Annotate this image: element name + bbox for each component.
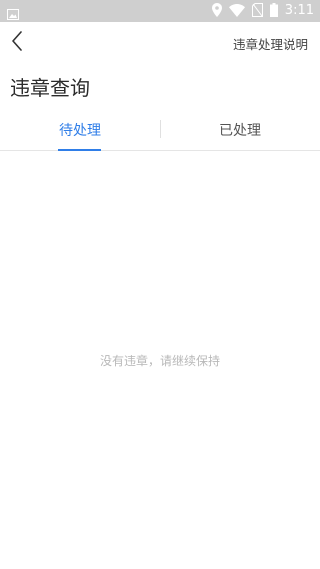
violation-help-link[interactable]: 违章处理说明 bbox=[233, 34, 308, 53]
chevron-left-icon bbox=[11, 31, 23, 55]
tab-processed-label: 已处理 bbox=[219, 123, 261, 139]
tab-active-indicator bbox=[58, 149, 101, 151]
top-bar: 违章处理说明 bbox=[0, 22, 320, 64]
wifi-icon bbox=[228, 2, 245, 21]
tab-pending-label: 待处理 bbox=[59, 123, 101, 139]
battery-icon bbox=[269, 2, 278, 21]
image-icon bbox=[7, 5, 19, 20]
tab-processed[interactable]: 已处理 bbox=[160, 110, 320, 150]
tab-bar: 待处理 已处理 bbox=[0, 110, 320, 151]
no-sim-icon bbox=[251, 2, 263, 21]
location-icon bbox=[211, 2, 222, 21]
status-time: 3:11 bbox=[284, 3, 314, 18]
back-button[interactable] bbox=[6, 30, 28, 56]
page-title: 违章查询 bbox=[10, 76, 90, 100]
empty-state-message: 没有违章，请继续保持 bbox=[99, 354, 220, 368]
tab-pending[interactable]: 待处理 bbox=[0, 110, 160, 150]
status-bar: 3:11 bbox=[0, 0, 320, 22]
